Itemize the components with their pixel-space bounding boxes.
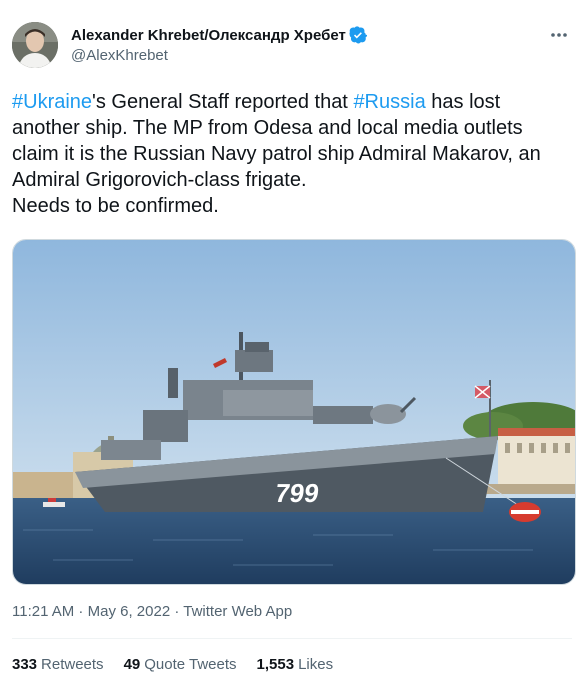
hashtag-russia[interactable]: #Russia	[353, 91, 425, 113]
quote-tweets-label: Quote Tweets	[144, 656, 237, 673]
avatar-image	[12, 22, 58, 68]
retweets-label: Retweets	[41, 656, 104, 673]
likes-stat[interactable]: 1,553 Likes	[257, 656, 334, 673]
tweet-header: Alexander Khrebet/Олександр Хребет @Alex…	[12, 22, 572, 70]
meta-separator: ·	[74, 603, 88, 620]
tweet-time[interactable]: 11:21 AM	[12, 603, 74, 620]
quote-tweets-stat[interactable]: 49 Quote Tweets	[124, 656, 237, 673]
frigate-photo: 799	[13, 240, 575, 584]
quote-tweets-count: 49	[123, 656, 141, 673]
tweet-date[interactable]: May 6, 2022	[88, 603, 171, 620]
hashtag-ukraine[interactable]: #Ukraine	[12, 91, 92, 113]
tweet-text-part-1: 's General Staff reported that	[92, 91, 354, 113]
engagement-stats: 333 Retweets 49 Quote Tweets 1,553 Likes	[12, 656, 333, 673]
avatar[interactable]	[12, 22, 58, 68]
display-name[interactable]: Alexander Khrebet/Олександр Хребет	[71, 27, 346, 44]
meta-separator: ·	[170, 603, 184, 620]
handle[interactable]: @AlexKhrebet	[71, 47, 168, 64]
verified-badge-icon	[349, 26, 367, 44]
name-row: Alexander Khrebet/Олександр Хребет	[71, 26, 367, 44]
hull-number: 799	[273, 478, 321, 508]
tweet-text: #Ukraine's General Staff reported that #…	[12, 89, 572, 219]
tweet-source[interactable]: Twitter Web App	[183, 603, 292, 620]
tweet-text-part-3: Needs to be confirmed.	[12, 195, 219, 217]
retweets-count: 333	[12, 656, 38, 673]
more-options-button[interactable]	[548, 24, 570, 46]
more-dots-icon	[551, 33, 567, 37]
divider	[12, 638, 572, 639]
tweet-photo[interactable]: 799	[12, 239, 576, 585]
retweets-stat[interactable]: 333 Retweets	[12, 656, 104, 673]
likes-label: Likes	[298, 656, 334, 673]
likes-count: 1,553	[256, 656, 295, 673]
tweet-meta: 11:21 AM · May 6, 2022 · Twitter Web App	[12, 603, 292, 620]
